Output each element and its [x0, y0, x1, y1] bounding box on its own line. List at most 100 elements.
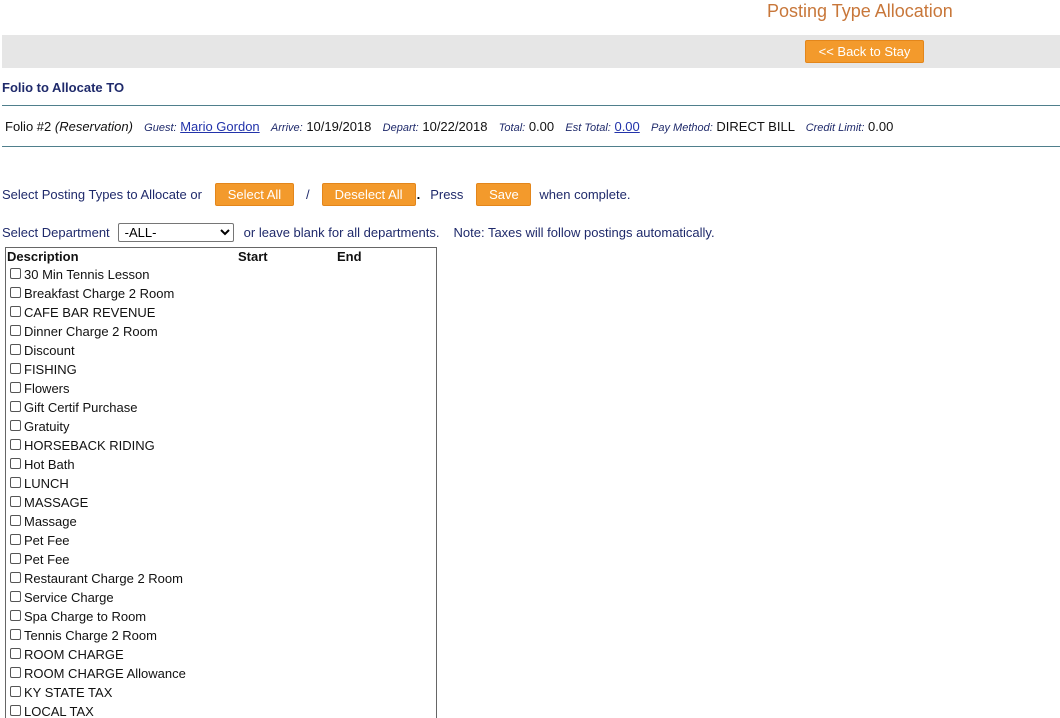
est-total-link[interactable]: 0.00	[614, 119, 639, 134]
row-description: Breakfast Charge 2 Room	[24, 286, 175, 301]
row-description: Pet Fee	[24, 552, 70, 567]
guest-link[interactable]: Mario Gordon	[180, 119, 259, 134]
row-description: Service Charge	[24, 590, 114, 605]
table-row: Spa Charge to Room	[9, 607, 186, 626]
section-title: Folio to Allocate TO	[2, 80, 125, 95]
table-row: Gift Certif Purchase	[9, 398, 186, 417]
deselect-all-button[interactable]: Deselect All	[321, 183, 416, 206]
row-checkbox[interactable]	[10, 590, 21, 602]
row-description: Flowers	[24, 381, 70, 396]
row-checkbox[interactable]	[10, 495, 21, 507]
row-description: Dinner Charge 2 Room	[24, 324, 158, 339]
depart-label: Depart:	[382, 122, 419, 134]
credit-limit-label: Credit Limit:	[805, 122, 865, 134]
row-description: LOCAL TAX	[24, 704, 94, 718]
pay-method-label: Pay Method:	[651, 122, 713, 134]
folio-type: (Reservation)	[54, 119, 133, 134]
row-description: ROOM CHARGE Allowance	[24, 666, 186, 681]
table-row: Gratuity	[9, 417, 186, 436]
row-checkbox[interactable]	[10, 400, 21, 412]
row-description: Massage	[24, 514, 77, 529]
back-to-stay-button[interactable]: << Back to Stay	[805, 40, 924, 63]
row-checkbox[interactable]	[10, 362, 21, 374]
row-description: Spa Charge to Room	[24, 609, 147, 624]
table-row: MASSAGE	[9, 493, 186, 512]
posting-types-table: Description Start End 30 Min Tennis Less…	[5, 247, 437, 718]
department-label: Select Department	[2, 224, 110, 240]
slash-separator: /	[305, 187, 310, 202]
press-label: Press	[430, 187, 464, 202]
table-row: Hot Bath	[9, 455, 186, 474]
table-row: Dinner Charge 2 Room	[9, 322, 186, 341]
row-description: MASSAGE	[24, 495, 89, 510]
folio-name: Folio #2	[5, 119, 52, 134]
table-row: Tennis Charge 2 Room	[9, 626, 186, 645]
top-bar: << Back to Stay	[2, 35, 1060, 68]
row-checkbox[interactable]	[10, 609, 21, 621]
table-row: Pet Fee	[9, 550, 186, 569]
table-row: ROOM CHARGE Allowance	[9, 664, 186, 683]
table-row: HORSEBACK RIDING	[9, 436, 186, 455]
row-checkbox[interactable]	[10, 571, 21, 583]
table-row: Flowers	[9, 379, 186, 398]
credit-limit-value: 0.00	[868, 119, 894, 134]
arrive-label: Arrive:	[270, 122, 303, 134]
row-checkbox[interactable]	[10, 628, 21, 640]
row-description: Pet Fee	[24, 533, 70, 548]
page: Posting Type Allocation << Back to Stay …	[0, 0, 1060, 718]
column-header-start: Start	[238, 249, 268, 264]
pay-method-value: DIRECT BILL	[716, 119, 795, 134]
row-description: CAFE BAR REVENUE	[24, 305, 156, 320]
row-description: FISHING	[24, 362, 77, 377]
row-checkbox[interactable]	[10, 438, 21, 450]
row-checkbox[interactable]	[10, 552, 21, 564]
table-row: Massage	[9, 512, 186, 531]
table-row: KY STATE TAX	[9, 683, 186, 702]
row-checkbox[interactable]	[10, 305, 21, 317]
row-checkbox[interactable]	[10, 704, 21, 716]
guest-label: Guest:	[144, 122, 177, 134]
row-description: HORSEBACK RIDING	[24, 438, 155, 453]
column-header-description: Description	[7, 249, 79, 264]
row-checkbox[interactable]	[10, 286, 21, 298]
department-hint: or leave blank for all departments.	[243, 224, 440, 240]
row-checkbox[interactable]	[10, 514, 21, 526]
row-description: Gratuity	[24, 419, 70, 434]
row-checkbox[interactable]	[10, 419, 21, 431]
est-total-label: Est Total:	[565, 122, 611, 134]
row-description: 30 Min Tennis Lesson	[24, 267, 150, 282]
row-description: KY STATE TAX	[24, 685, 113, 700]
row-checkbox[interactable]	[10, 381, 21, 393]
total-value: 0.00	[528, 119, 555, 134]
row-checkbox[interactable]	[10, 324, 21, 336]
save-button[interactable]: Save	[476, 183, 532, 206]
table-row: Discount	[9, 341, 186, 360]
select-prompt: Select Posting Types to Allocate or	[2, 187, 202, 202]
row-description: Tennis Charge 2 Room	[24, 628, 157, 643]
folio-summary: Folio #2 (Reservation) Guest: Mario Gord…	[5, 119, 893, 134]
column-header-end: End	[337, 249, 362, 264]
row-checkbox[interactable]	[10, 685, 21, 697]
divider-top	[2, 105, 1060, 106]
row-checkbox[interactable]	[10, 343, 21, 355]
row-checkbox[interactable]	[10, 666, 21, 678]
table-row: Restaurant Charge 2 Room	[9, 569, 186, 588]
table-row: Pet Fee	[9, 531, 186, 550]
row-checkbox[interactable]	[10, 267, 21, 279]
department-controls: Select Department -ALL- or leave blank f…	[2, 222, 715, 242]
tax-note: Note: Taxes will follow postings automat…	[453, 224, 715, 240]
row-description: Restaurant Charge 2 Room	[24, 571, 183, 586]
table-row: FISHING	[9, 360, 186, 379]
row-description: Discount	[24, 343, 75, 358]
row-checkbox[interactable]	[10, 457, 21, 469]
posting-select-controls: Select Posting Types to Allocate or Sele…	[2, 183, 630, 206]
row-checkbox[interactable]	[10, 647, 21, 659]
row-checkbox[interactable]	[10, 533, 21, 545]
total-label: Total:	[498, 122, 526, 134]
depart-value: 10/22/2018	[422, 119, 488, 134]
select-all-button[interactable]: Select All	[214, 183, 294, 206]
row-checkbox[interactable]	[10, 476, 21, 488]
department-select[interactable]: -ALL-	[117, 222, 234, 242]
page-title: Posting Type Allocation	[767, 1, 953, 21]
posting-type-list: 30 Min Tennis Lesson Breakfast Charge 2 …	[9, 265, 186, 718]
